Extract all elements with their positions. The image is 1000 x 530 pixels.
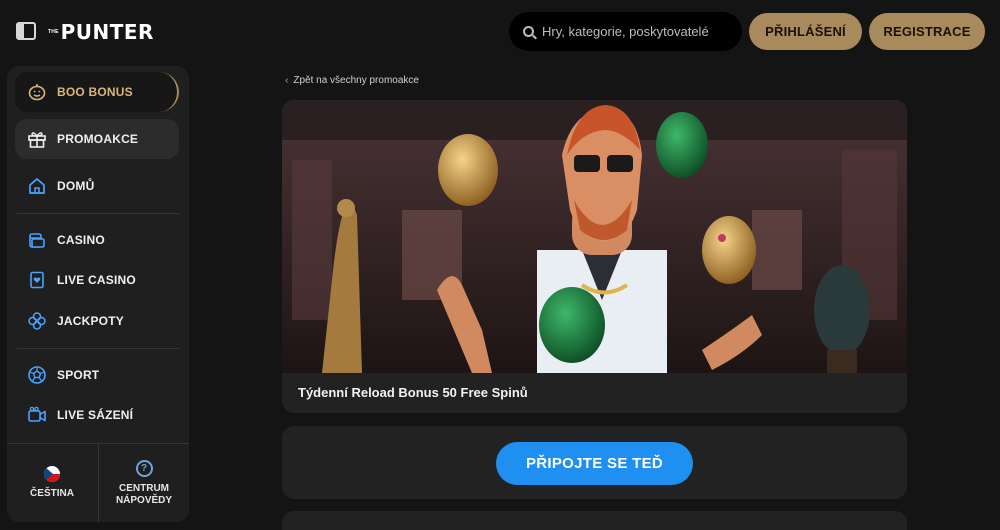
- sidebar-footer: ČEŠTINA ? CENTRUM NÁPOVĚDY: [7, 444, 189, 522]
- sidebar-item-label: LIVE CASINO: [57, 273, 136, 287]
- register-button[interactable]: REGISTRACE: [869, 13, 985, 50]
- pumpkin-icon: [27, 82, 47, 102]
- back-link-label: Zpět na všechny promoakce: [293, 75, 419, 86]
- cta-card: PŘIPOJTE SE TEĎ: [282, 426, 907, 499]
- back-to-promotions-link[interactable]: ‹ Zpět na všechny promoakce: [285, 75, 419, 86]
- search-bar[interactable]: [509, 12, 742, 51]
- sidebar-item-casino[interactable]: CASINO: [15, 220, 179, 260]
- promo-title: Týdenní Reload Bonus 50 Free Spinů: [298, 385, 528, 400]
- login-button[interactable]: PŘIHLÁŠENÍ: [749, 13, 862, 50]
- chevron-left-icon: ‹: [285, 75, 289, 86]
- czech-flag-icon: [44, 466, 60, 482]
- sidebar: BOO BONUS PROMOAKCE DOMŮ CASINO LIVE CAS…: [7, 66, 189, 522]
- gift-icon: [27, 129, 47, 149]
- sidebar-toggle-icon[interactable]: [16, 22, 36, 40]
- home-icon: [27, 176, 47, 196]
- sidebar-item-promoakce[interactable]: PROMOAKCE: [15, 119, 179, 159]
- language-selector[interactable]: ČEŠTINA: [7, 444, 97, 522]
- question-mark-icon: ?: [135, 459, 153, 477]
- video-camera-icon: [27, 405, 47, 425]
- top-header: THE PUNTER PŘIHLÁŠENÍ REGISTRACE: [0, 0, 1000, 64]
- sidebar-item-label: JACKPOTY: [57, 314, 124, 328]
- search-input[interactable]: [542, 24, 732, 39]
- card-heart-icon: [27, 270, 47, 290]
- sidebar-item-label: DOMŮ: [57, 179, 95, 193]
- sidebar-item-label: PROMOAKCE: [57, 132, 139, 146]
- sidebar-divider: [17, 213, 179, 214]
- sidebar-item-domu[interactable]: DOMŮ: [15, 166, 179, 206]
- search-icon: [523, 26, 534, 37]
- logo-text: PUNTER: [60, 20, 154, 44]
- soccer-ball-icon: [27, 365, 47, 385]
- logo-small-text: THE: [48, 29, 59, 35]
- sidebar-item-sport[interactable]: SPORT: [15, 355, 179, 395]
- promo-card: Týdenní Reload Bonus 50 Free Spinů: [282, 100, 907, 413]
- sidebar-item-live-sazeni[interactable]: LIVE SÁZENÍ: [15, 395, 179, 435]
- sidebar-divider: [17, 348, 179, 349]
- clover-icon: [27, 311, 47, 331]
- logo[interactable]: THE PUNTER: [48, 20, 154, 44]
- sidebar-item-boo-bonus[interactable]: BOO BONUS: [15, 72, 179, 112]
- promo-banner-image: [282, 100, 907, 373]
- sidebar-item-jackpoty[interactable]: JACKPOTY: [15, 301, 179, 341]
- sidebar-item-live-casino[interactable]: LIVE CASINO: [15, 260, 179, 300]
- sidebar-item-label: SPORT: [57, 368, 100, 382]
- next-section-card: [282, 511, 907, 530]
- sidebar-item-label: CASINO: [57, 233, 105, 247]
- help-center-link[interactable]: ? CENTRUM NÁPOVĚDY: [98, 444, 189, 522]
- help-center-label: CENTRUM NÁPOVĚDY: [115, 482, 173, 506]
- sidebar-item-label: LIVE SÁZENÍ: [57, 408, 134, 422]
- sidebar-item-label: BOO BONUS: [57, 85, 133, 99]
- language-label: ČEŠTINA: [30, 488, 74, 499]
- casino-icon: [27, 230, 47, 250]
- join-now-button[interactable]: PŘIPOJTE SE TEĎ: [496, 442, 693, 485]
